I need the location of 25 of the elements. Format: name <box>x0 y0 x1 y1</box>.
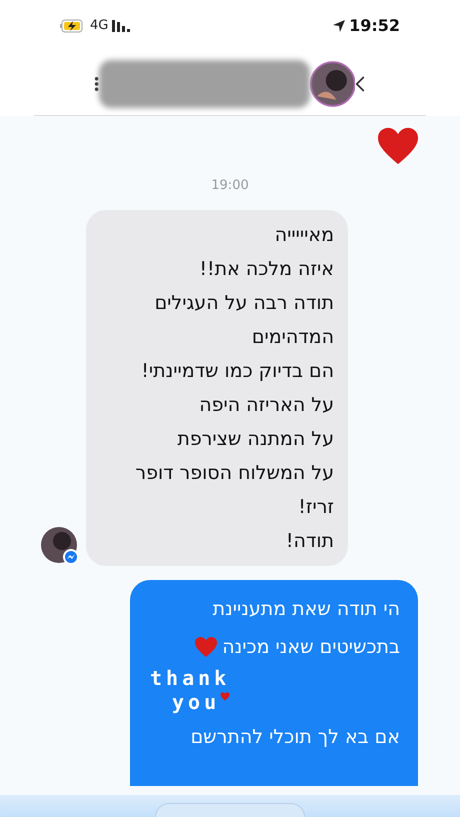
message-line: על המשלוח הסופר דופר <box>134 460 334 486</box>
back-chevron-icon[interactable] <box>355 74 366 92</box>
clock-time: 19:52 <box>349 15 400 37</box>
message-line: איזה מלכה את!! <box>198 256 334 282</box>
message-line: תודה רבה על העגילים <box>154 290 334 316</box>
message-line: המדהימים <box>250 324 334 350</box>
location-arrow-icon <box>333 20 346 32</box>
message-line: על המתנה שצירפת <box>176 426 334 452</box>
message-timestamp: 19:00 <box>211 177 249 195</box>
sender-avatar <box>40 526 80 566</box>
message-input-field[interactable] <box>155 803 305 817</box>
more-options-icon[interactable] <box>94 76 100 92</box>
message-line: מאיייייה <box>274 222 334 248</box>
signal-icon <box>112 20 130 32</box>
sticker-text: thank <box>150 666 230 690</box>
message-line: על האריזה היפה <box>198 392 334 418</box>
message-line: תודה! <box>284 528 334 554</box>
message-line: בתכשיטים שאני מכינה <box>222 634 400 660</box>
message-line: הם בדיוק כמו שדמיינתי! <box>140 358 334 384</box>
heart-icon <box>220 692 230 700</box>
message-line: זריז! <box>297 494 334 520</box>
network-label: 4G <box>90 17 108 36</box>
message-line: אם בא לך תוכלי להתרשם <box>190 724 400 750</box>
sticker-text: you <box>172 690 220 714</box>
message-line: הי תודה שאת מתעניינת <box>212 596 400 622</box>
